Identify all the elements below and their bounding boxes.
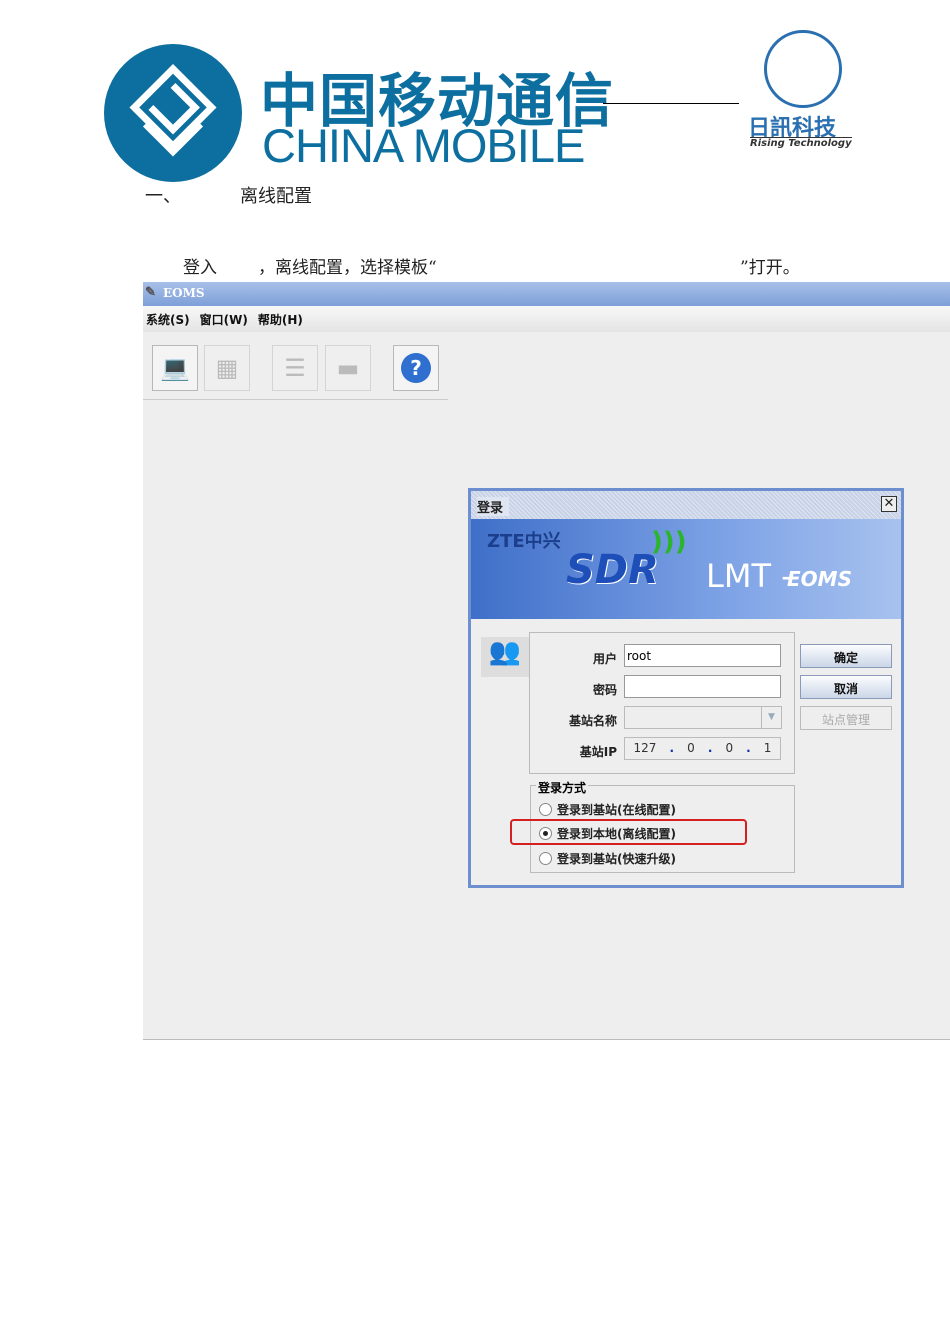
- login-banner: ZTE中兴 SDR ))) LMT - EOMS: [471, 519, 901, 619]
- radio-button[interactable]: [539, 803, 552, 816]
- sdr-logo: SDR: [566, 547, 659, 593]
- instruction-1: 登入: [183, 258, 217, 278]
- app-icon: ✎: [145, 285, 156, 300]
- rising-logo-en: Rising Technology: [750, 137, 852, 149]
- dialog-titlebar: 登录 ✕: [471, 491, 901, 519]
- panel-icon: ▬: [336, 354, 360, 382]
- zte-logo: ZTE中兴: [487, 531, 561, 552]
- login-mode-label: 登录方式: [536, 779, 589, 796]
- ip-octet: 1: [763, 741, 772, 755]
- radio-label: 登录到基站(在线配置): [557, 803, 676, 817]
- user-input[interactable]: [624, 644, 781, 667]
- china-mobile-logo: [104, 44, 242, 182]
- help-icon: ?: [401, 353, 431, 383]
- ip-octet: 0: [687, 741, 695, 755]
- radio-online-config[interactable]: 登录到基站(在线配置): [539, 801, 676, 818]
- panel-button[interactable]: ▬: [325, 345, 371, 391]
- dialog-title: 登录: [477, 497, 510, 516]
- eoms-window: ✎ EOMS 系统(S) 窗口(W) 帮助(H) 💻 ▦ ☰ ▬ ? 登录 ✕ ZTE中…: [143, 282, 950, 1040]
- tree-button[interactable]: ☰: [272, 345, 318, 391]
- menu-help[interactable]: 帮助(H): [255, 306, 310, 328]
- site-ip-label: 基站IP: [579, 745, 617, 759]
- instruction-3: ”打开。: [740, 258, 800, 278]
- highlight-box: [510, 819, 747, 845]
- connect-button[interactable]: 💻: [152, 345, 198, 391]
- window-title: EOMS: [163, 286, 205, 300]
- site-name-label: 基站名称: [568, 714, 617, 728]
- ok-button[interactable]: 确定: [800, 644, 892, 668]
- tree-icon: ☰: [284, 354, 306, 382]
- menubar: 系统(S) 窗口(W) 帮助(H): [143, 306, 950, 332]
- password-input[interactable]: [624, 675, 781, 698]
- offline-config-button[interactable]: ▦: [204, 345, 250, 391]
- menu-system[interactable]: 系统(S): [143, 306, 197, 328]
- help-button[interactable]: ?: [393, 345, 439, 391]
- eoms-label: EOMS: [787, 567, 852, 591]
- cancel-button[interactable]: 取消: [800, 675, 892, 699]
- user-label: 用户: [592, 652, 617, 666]
- offline-config-icon: ▦: [215, 354, 239, 382]
- rising-globe-icon: [764, 30, 842, 108]
- section-number: 一、: [145, 186, 181, 207]
- site-manage-button[interactable]: 站点管理: [800, 706, 892, 730]
- china-mobile-en: CHINA MOBILE: [262, 119, 585, 172]
- menu-window[interactable]: 窗口(W): [197, 306, 255, 328]
- lmt-label: LMT -: [706, 557, 793, 595]
- radio-label: 登录到基站(快速升级): [557, 852, 676, 866]
- instruction-2: ，离线配置，选择模板“: [258, 258, 437, 278]
- login-dialog: 登录 ✕ ZTE中兴 SDR ))) LMT - EOMS 👥 用户 密码 基站名…: [468, 488, 904, 888]
- radio-quick-upgrade[interactable]: 登录到基站(快速升级): [539, 850, 676, 867]
- radio-button[interactable]: [539, 852, 552, 865]
- site-ip-input[interactable]: 127. 0. 0. 1: [624, 737, 781, 760]
- ip-octet: 127: [633, 741, 657, 755]
- window-titlebar: ✎ EOMS: [143, 282, 950, 306]
- chevron-down-icon[interactable]: ▼: [761, 706, 782, 729]
- connect-icon: 💻: [160, 354, 190, 382]
- users-key-icon: 👥: [481, 637, 529, 677]
- signal-icon: ))): [651, 527, 687, 557]
- ip-octet: 0: [725, 741, 734, 755]
- section-title: 离线配置: [240, 186, 312, 207]
- close-icon[interactable]: ✕: [881, 496, 897, 512]
- site-name-select[interactable]: [624, 706, 781, 729]
- toolbar: 💻 ▦ ☰ ▬ ?: [143, 334, 448, 400]
- password-label: 密码: [592, 683, 617, 697]
- header-divider: [603, 103, 739, 104]
